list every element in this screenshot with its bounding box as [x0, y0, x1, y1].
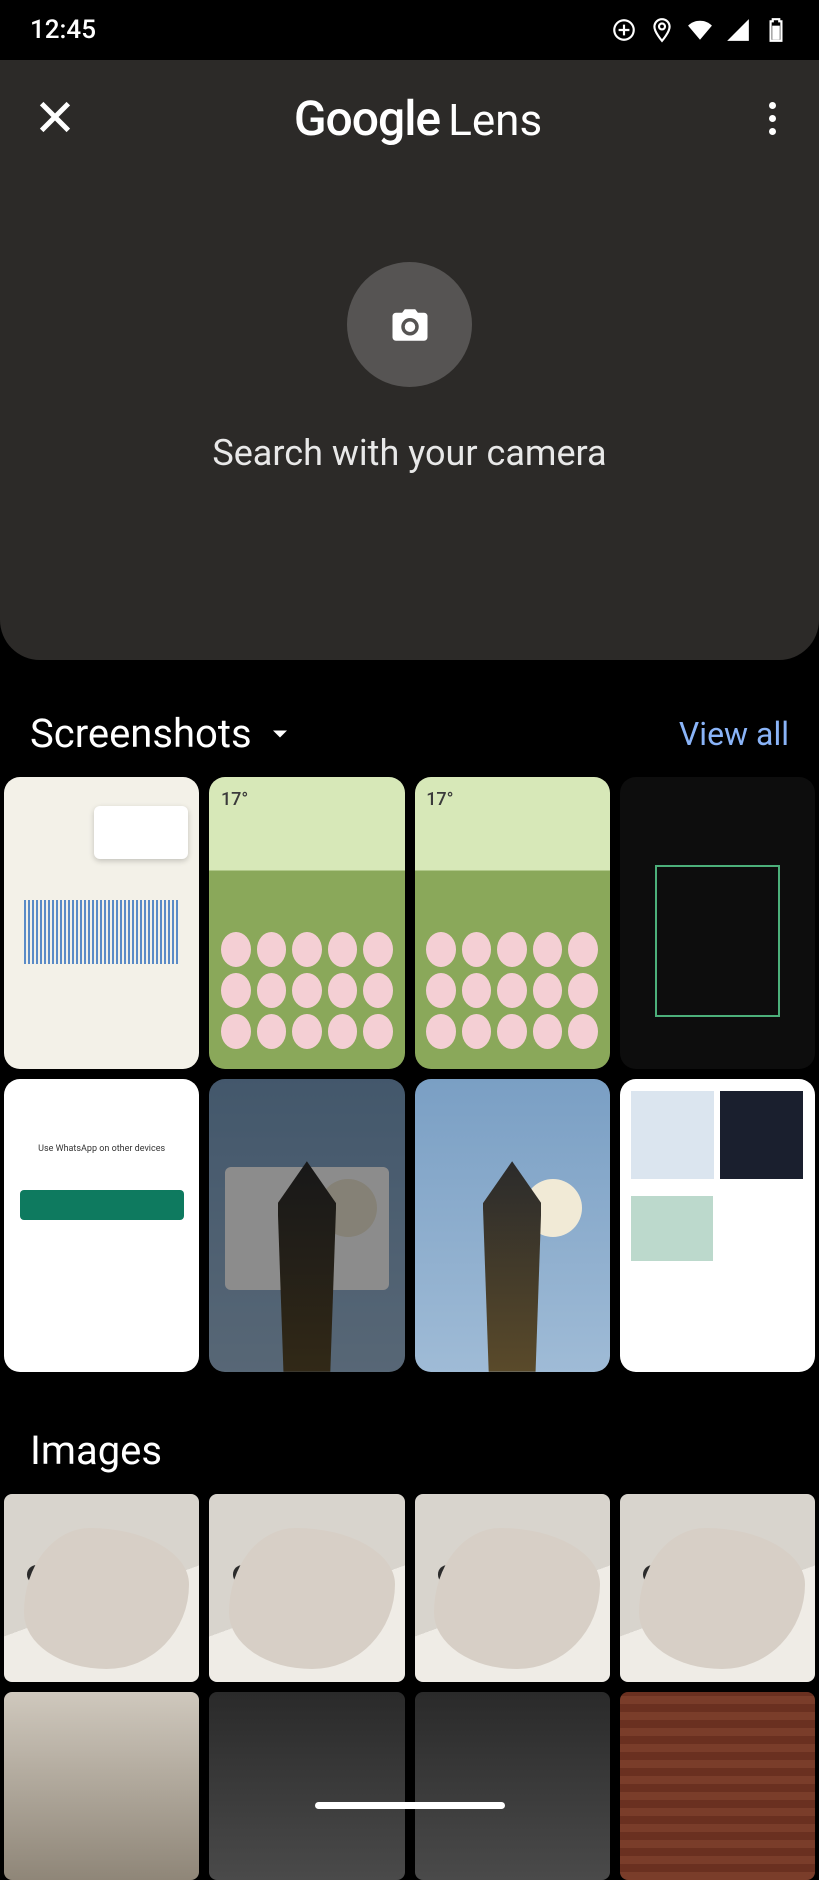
images-title: Images — [30, 1427, 162, 1474]
source-label: Screenshots — [30, 710, 252, 757]
battery-icon — [763, 17, 789, 43]
app-header: Google Lens — [0, 60, 819, 147]
screenshot-thumb[interactable]: Use WhatsApp on other devices — [4, 1079, 199, 1371]
view-all-link[interactable]: View all — [679, 715, 789, 753]
screenshot-thumb[interactable] — [620, 777, 815, 1069]
close-button[interactable] — [35, 97, 75, 141]
screenshots-section-header: Screenshots View all — [0, 660, 819, 777]
signal-icon — [725, 17, 751, 43]
gesture-bar[interactable] — [315, 1802, 505, 1809]
brand-lens: Lens — [448, 94, 542, 146]
screenshot-thumb[interactable]: 17° — [415, 777, 610, 1069]
camera-search-button[interactable] — [347, 262, 472, 387]
camera-icon — [389, 304, 431, 346]
images-grid — [0, 1494, 819, 1880]
close-icon — [35, 97, 75, 137]
screenshot-thumb[interactable] — [4, 777, 199, 1069]
chevron-down-icon — [266, 720, 294, 748]
screenshot-thumb[interactable] — [620, 1079, 815, 1371]
image-thumb[interactable] — [620, 1692, 815, 1880]
more-options-button[interactable] — [761, 94, 784, 143]
brand-google: Google — [294, 90, 440, 147]
screenshots-grid: 17° 17° Use WhatsApp on other devices — [0, 777, 819, 1372]
screenshot-thumb[interactable]: 17° — [209, 777, 404, 1069]
source-dropdown[interactable]: Screenshots — [30, 710, 294, 757]
image-thumb[interactable] — [209, 1494, 404, 1682]
image-thumb[interactable] — [4, 1692, 199, 1880]
image-thumb[interactable] — [209, 1692, 404, 1880]
add-circle-icon — [611, 17, 637, 43]
status-icons — [611, 17, 789, 43]
image-thumb[interactable] — [4, 1494, 199, 1682]
status-bar: 12:45 — [0, 0, 819, 60]
camera-prompt: Search with your camera — [212, 432, 606, 474]
location-icon — [649, 17, 675, 43]
status-time: 12:45 — [30, 15, 96, 45]
images-label: Images — [30, 1427, 162, 1474]
image-thumb[interactable] — [415, 1494, 610, 1682]
camera-panel: Google Lens Search with your camera — [0, 60, 819, 660]
screenshot-thumb[interactable] — [209, 1079, 404, 1371]
image-thumb[interactable] — [620, 1494, 815, 1682]
screenshot-thumb[interactable] — [415, 1079, 610, 1371]
image-thumb[interactable] — [415, 1692, 610, 1880]
images-section-header: Images — [0, 1372, 819, 1494]
brand-title: Google Lens — [294, 90, 542, 147]
wifi-icon — [687, 17, 713, 43]
